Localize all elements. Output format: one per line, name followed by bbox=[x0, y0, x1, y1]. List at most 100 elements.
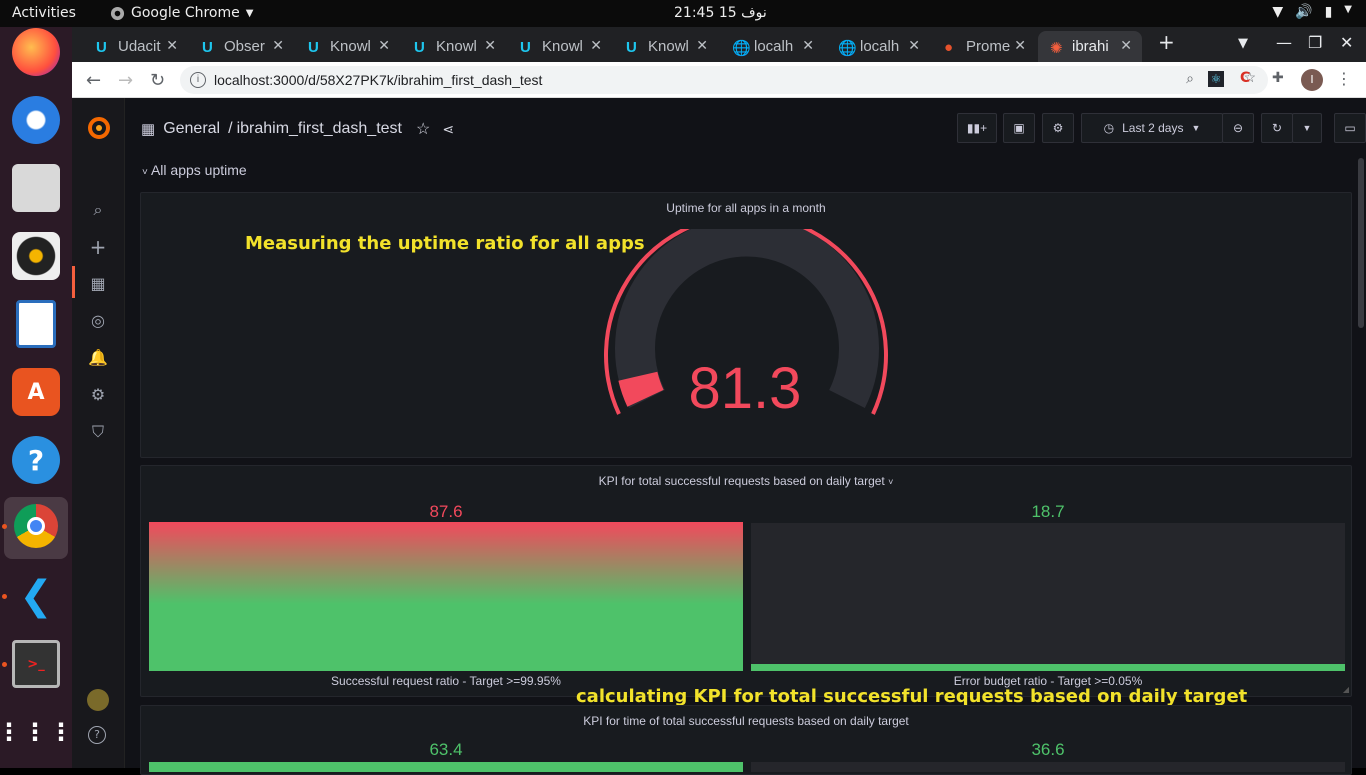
kpi-time-panel[interactable]: KPI for time of total successful request… bbox=[140, 705, 1352, 775]
chrome-icon[interactable] bbox=[14, 504, 58, 548]
star-icon[interactable]: ☆ bbox=[416, 119, 430, 139]
tab-label: Knowl bbox=[648, 38, 689, 55]
react-devtools-icon[interactable]: ⚛ bbox=[1208, 71, 1224, 87]
kpi-requests-panel[interactable]: KPI for total successful requests based … bbox=[140, 465, 1352, 697]
ubuntu-software-icon[interactable]: A bbox=[12, 368, 60, 416]
annotation-text: calculating KPI for total successful req… bbox=[576, 686, 1248, 707]
dashboard-settings-button[interactable]: ⚙ bbox=[1042, 113, 1074, 143]
new-tab-button[interactable]: + bbox=[1158, 30, 1175, 54]
chrome-menu-icon[interactable]: ⋮ bbox=[1336, 69, 1352, 88]
forward-button[interactable]: → bbox=[118, 70, 133, 91]
browser-tab[interactable]: U Knowl ✕ bbox=[508, 31, 612, 62]
chevron-down-icon: ˅ bbox=[888, 477, 894, 487]
dashboard-row-header[interactable]: ˅ All apps uptime bbox=[142, 162, 247, 178]
zoom-icon[interactable]: ⌕ bbox=[1186, 70, 1194, 87]
close-window-button[interactable]: ✕ bbox=[1340, 33, 1353, 52]
tab-label: ibrahi bbox=[1072, 38, 1109, 55]
chevron-down-icon: ▼ bbox=[1191, 123, 1201, 133]
share-icon[interactable]: ⋖ bbox=[442, 121, 454, 138]
close-icon[interactable]: ✕ bbox=[1014, 37, 1026, 54]
alerting-bell-icon[interactable]: 🔔 bbox=[88, 348, 108, 368]
terminal-icon[interactable]: >_ bbox=[12, 640, 60, 688]
close-icon[interactable]: ✕ bbox=[484, 37, 496, 54]
browser-tab[interactable]: ● Prome ✕ bbox=[932, 31, 1036, 62]
breadcrumb-folder[interactable]: General bbox=[163, 120, 220, 138]
resize-handle[interactable]: ◢ bbox=[1343, 685, 1349, 694]
help-icon[interactable]: ? bbox=[88, 726, 106, 744]
server-admin-shield-icon[interactable]: ⛉ bbox=[88, 422, 108, 442]
extensions-puzzle-icon[interactable]: ✚ bbox=[1272, 70, 1284, 86]
configuration-gear-icon[interactable]: ⚙ bbox=[88, 385, 108, 405]
view-mode-button[interactable]: ▭ bbox=[1334, 113, 1366, 143]
tab-strip: U Udacit ✕ U Obser ✕ U Knowl ✕ U Knowl ✕ U Knowl ✕… bbox=[72, 27, 1366, 62]
clock[interactable]: نوف 15 21:45 bbox=[674, 5, 767, 21]
refresh-icon: ↻ bbox=[1271, 121, 1283, 135]
udacity-icon: U bbox=[96, 38, 107, 56]
extension-c-icon[interactable]: C bbox=[1240, 70, 1250, 86]
close-icon[interactable]: ✕ bbox=[696, 37, 708, 54]
browser-tab[interactable]: U Udacit ✕ bbox=[84, 31, 188, 62]
refresh-interval-button[interactable]: ▼ bbox=[1292, 113, 1322, 143]
add-panel-icon: ▮▮+ bbox=[966, 121, 988, 135]
tab-search-icon[interactable]: ▼ bbox=[1238, 36, 1248, 51]
udacity-icon: U bbox=[308, 38, 319, 56]
zoom-out-icon: ⊖ bbox=[1232, 121, 1244, 135]
browser-tab[interactable]: U Knowl ✕ bbox=[614, 31, 718, 62]
add-panel-button[interactable]: ▮▮+ bbox=[957, 113, 997, 143]
monitor-icon: ▭ bbox=[1344, 121, 1356, 135]
maximize-button[interactable]: ❐ bbox=[1308, 33, 1322, 52]
address-bar[interactable]: i localhost:3000/d/58X27PK7k/ibrahim_fir… bbox=[180, 66, 1268, 94]
info-icon[interactable]: i bbox=[190, 72, 206, 88]
close-icon[interactable]: ✕ bbox=[590, 37, 602, 54]
close-icon[interactable]: ✕ bbox=[802, 37, 814, 54]
reload-button[interactable]: ↻ bbox=[150, 70, 165, 91]
breadcrumb: ▦ General / ibrahim_first_dash_test ☆ ⋖ bbox=[141, 119, 454, 139]
show-applications-icon[interactable]: ⋮⋮⋮ bbox=[0, 708, 73, 756]
profile-avatar[interactable]: I bbox=[1301, 69, 1323, 91]
plus-icon[interactable]: + bbox=[88, 237, 108, 257]
vscode-icon[interactable]: ❮ bbox=[12, 572, 60, 620]
tab-label: Knowl bbox=[436, 38, 477, 55]
libreoffice-writer-icon[interactable] bbox=[16, 300, 56, 348]
browser-tab[interactable]: U Knowl ✕ bbox=[296, 31, 400, 62]
gear-icon: ⚙ bbox=[1052, 121, 1064, 135]
user-avatar[interactable] bbox=[87, 689, 109, 711]
uptime-gauge-panel[interactable]: Uptime for all apps in a month Measuring… bbox=[140, 192, 1352, 458]
save-dashboard-button[interactable]: ▣ bbox=[1003, 113, 1035, 143]
tab-label: Knowl bbox=[542, 38, 583, 55]
close-icon[interactable]: ✕ bbox=[378, 37, 390, 54]
dashboard-scrollbar[interactable] bbox=[1358, 158, 1364, 328]
close-icon[interactable]: ✕ bbox=[272, 37, 284, 54]
back-button[interactable]: ← bbox=[86, 70, 101, 91]
bar-gauge-error-budget bbox=[751, 523, 1345, 671]
dashboard-title[interactable]: ibrahim_first_dash_test bbox=[237, 120, 402, 138]
dashboards-grid-icon[interactable]: ▦ bbox=[88, 274, 108, 294]
bar-value: 87.6 bbox=[429, 502, 463, 521]
thunderbird-icon[interactable] bbox=[12, 96, 60, 144]
explore-compass-icon[interactable]: ◎ bbox=[88, 311, 108, 331]
minimize-button[interactable]: — bbox=[1276, 33, 1292, 52]
close-icon[interactable]: ✕ bbox=[908, 37, 920, 54]
browser-tab[interactable]: 🌐 localh ✕ bbox=[826, 31, 930, 62]
activities-button[interactable]: Activities bbox=[12, 5, 76, 21]
files-icon[interactable] bbox=[12, 164, 60, 212]
close-icon[interactable]: ✕ bbox=[166, 37, 178, 54]
search-icon[interactable]: ⌕ bbox=[88, 200, 108, 220]
grafana-logo-icon[interactable] bbox=[86, 115, 112, 141]
browser-tab[interactable]: 🌐 localh ✕ bbox=[720, 31, 824, 62]
breadcrumb-separator: / bbox=[228, 120, 233, 137]
refresh-button[interactable]: ↻ bbox=[1261, 113, 1293, 143]
zoom-out-button[interactable]: ⊖ bbox=[1222, 113, 1254, 143]
firefox-icon[interactable] bbox=[12, 28, 60, 76]
browser-tab-active[interactable]: ✺ ibrahi ✕ bbox=[1038, 31, 1142, 62]
app-menu[interactable]: Google Chrome ▼ bbox=[110, 5, 253, 21]
rhythmbox-icon[interactable] bbox=[12, 232, 60, 280]
close-icon[interactable]: ✕ bbox=[1120, 37, 1132, 54]
help-icon[interactable]: ? bbox=[12, 436, 60, 484]
bar-gauge-time-error bbox=[751, 762, 1345, 772]
system-tray[interactable]: ▼ 🔊 ▮ ▼ bbox=[1272, 4, 1352, 20]
browser-tab[interactable]: U Knowl ✕ bbox=[402, 31, 506, 62]
time-picker-button[interactable]: ◷ Last 2 days ▼ bbox=[1081, 113, 1223, 143]
browser-tab[interactable]: U Obser ✕ bbox=[190, 31, 294, 62]
running-indicator bbox=[2, 594, 7, 599]
